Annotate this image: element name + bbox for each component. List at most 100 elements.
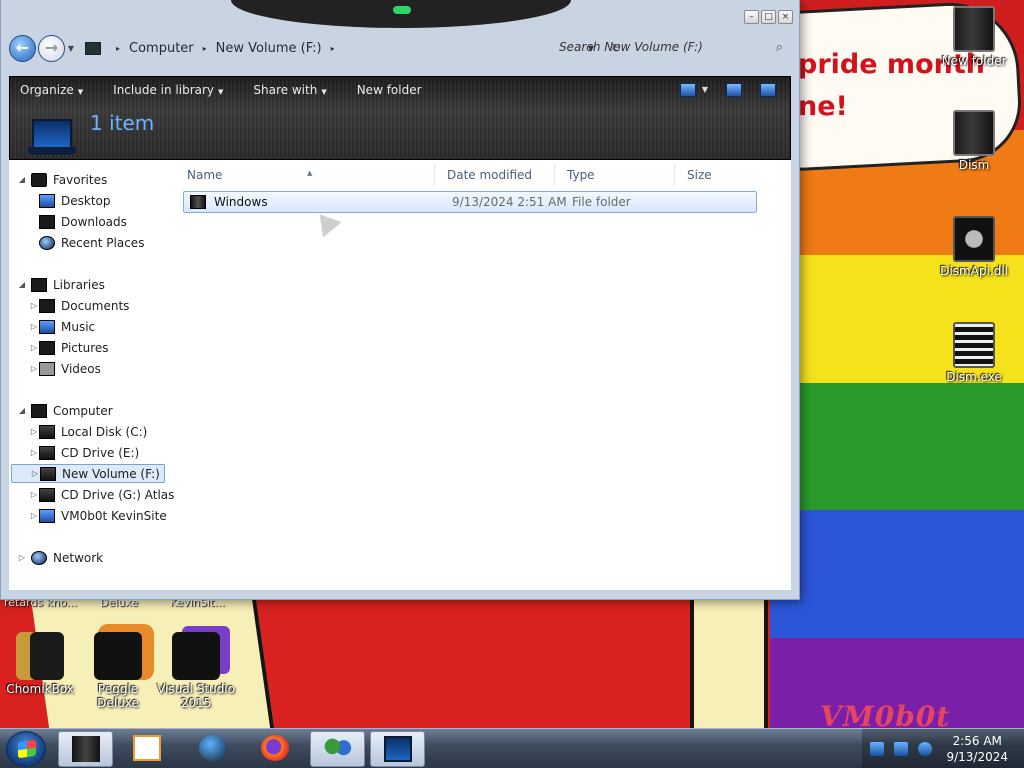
- taskbar-users-button[interactable]: [310, 731, 365, 767]
- column-label: Type: [567, 168, 595, 182]
- collapse-arrow-icon[interactable]: ▷: [29, 427, 39, 436]
- include-in-library-button[interactable]: Include in library ▼: [113, 83, 223, 97]
- nav-item-local-disk-c[interactable]: ▷ Local Disk (C:): [29, 422, 147, 441]
- taskbar-globe-button[interactable]: [186, 731, 241, 767]
- forward-button[interactable]: →: [38, 34, 65, 62]
- nav-item-downloads[interactable]: Downloads: [39, 212, 127, 231]
- close-button[interactable]: ×: [778, 10, 793, 24]
- nav-favorites[interactable]: ◢ Favorites: [17, 170, 107, 189]
- nav-item-new-volume-f[interactable]: ▷ New Volume (F:): [11, 464, 165, 483]
- nav-item-music[interactable]: ▷ Music: [29, 317, 95, 336]
- collapse-arrow-icon[interactable]: ▷: [29, 322, 39, 331]
- column-header-name[interactable]: ▲ Name: [175, 164, 435, 186]
- taskbar: 2:56 AM 9/13/2024: [0, 728, 1024, 768]
- recent-pages-dropdown[interactable]: ▼: [65, 44, 77, 53]
- search-icon[interactable]: ⌕: [776, 40, 783, 55]
- desktop-icon-label: Dism: [958, 158, 990, 172]
- expand-arrow-icon[interactable]: ◢: [17, 406, 27, 415]
- breadcrumb-separator[interactable]: ▸: [116, 44, 120, 53]
- navigation-pane[interactable]: ◢ Favorites Desktop Downloads Recent Pla…: [9, 160, 175, 590]
- taskbar-monitor-button[interactable]: [370, 731, 425, 767]
- breadcrumb[interactable]: ▸ Computer ▸ New Volume (F:) ▸: [77, 33, 597, 63]
- column-header-date-modified[interactable]: Date modified: [435, 164, 555, 186]
- taskbar-explorer-button[interactable]: [58, 731, 113, 767]
- minimize-button[interactable]: –: [744, 10, 759, 24]
- collapse-arrow-icon[interactable]: ▷: [17, 553, 27, 562]
- desktop-icon-label: Dism.exe: [946, 370, 1002, 384]
- column-header-type[interactable]: Type: [555, 164, 675, 186]
- help-icon[interactable]: [760, 83, 776, 97]
- command-bar: Organize ▼ Include in library ▼ Share with…: [9, 76, 791, 160]
- desktop-icon-chomikbox[interactable]: ChomikBox: [0, 632, 80, 696]
- explorer-window[interactable]: – □ × ← → ▼ ▸ Computer ▸ New Volume (F:)…: [0, 0, 800, 600]
- volume-icon[interactable]: [918, 742, 932, 756]
- back-button[interactable]: ←: [9, 34, 36, 62]
- search-input[interactable]: Search New Volume (F:) ⌕: [549, 34, 789, 60]
- breadcrumb-computer[interactable]: Computer: [129, 41, 194, 56]
- nav-item-documents[interactable]: ▷ Documents: [29, 296, 129, 315]
- file-name: Windows: [214, 195, 268, 209]
- nav-libraries[interactable]: ◢ Libraries: [17, 275, 105, 294]
- gear-icon: [953, 216, 995, 262]
- collapse-arrow-icon[interactable]: ▷: [29, 448, 39, 457]
- nav-item-desktop[interactable]: Desktop: [39, 191, 111, 210]
- breadcrumb-new-volume[interactable]: New Volume (F:): [216, 41, 322, 56]
- chevron-down-icon: ▼: [218, 88, 224, 96]
- music-icon: [39, 319, 55, 334]
- desktop-icon-visual-studio[interactable]: Visual Studio 2015: [156, 632, 236, 710]
- file-list[interactable]: ▲ Name Date modified Type Size Windows 9…: [175, 160, 791, 590]
- desktop-icon-new-folder[interactable]: New folder: [934, 6, 1014, 68]
- share-with-button[interactable]: Share with ▼: [253, 83, 326, 97]
- nav-computer[interactable]: ◢ Computer: [17, 401, 113, 420]
- documents-icon: [39, 298, 55, 313]
- nav-label: VM0b0t KevinSite: [61, 508, 167, 523]
- new-folder-button[interactable]: New folder: [357, 83, 422, 97]
- clock[interactable]: 2:56 AM 9/13/2024: [946, 733, 1008, 765]
- nav-item-videos[interactable]: ▷ Videos: [29, 359, 101, 378]
- toolbar: Organize ▼ Include in library ▼ Share with…: [20, 83, 422, 97]
- taskbar-firefox-button[interactable]: [248, 731, 303, 767]
- collapse-arrow-icon[interactable]: ▷: [29, 364, 39, 373]
- change-view-icon[interactable]: [679, 83, 696, 97]
- table-row[interactable]: Windows 9/13/2024 2:51 AM File folder: [183, 191, 757, 213]
- desktop-icon-dismapi-dll[interactable]: DismApi.dll: [934, 216, 1014, 278]
- breadcrumb-separator[interactable]: ▸: [203, 44, 207, 53]
- breadcrumb-separator[interactable]: ▸: [331, 44, 335, 53]
- nav-label: Favorites: [53, 172, 108, 187]
- desktop-icon-dism-exe[interactable]: Dism.exe: [934, 322, 1014, 384]
- nav-label: Downloads: [61, 214, 127, 229]
- collapse-arrow-icon[interactable]: ▷: [30, 469, 40, 478]
- peggle-icon: [94, 632, 142, 680]
- nav-label: CD Drive (G:) Atlas: [61, 487, 175, 502]
- nav-item-cd-drive-g[interactable]: ▷ CD Drive (G:) Atlas: [29, 485, 174, 504]
- nav-item-vm0b0t-kevinsite[interactable]: ▷ VM0b0t KevinSite: [29, 506, 167, 525]
- collapse-arrow-icon[interactable]: ▷: [29, 301, 39, 310]
- desktop-icon-peggle-deluxe[interactable]: Peggle Deluxe: [78, 632, 158, 710]
- collapse-arrow-icon[interactable]: ▷: [29, 490, 39, 499]
- nav-item-pictures[interactable]: ▷ Pictures: [29, 338, 109, 357]
- desktop-icon-dism[interactable]: Dism: [934, 110, 1014, 172]
- cd-drive-icon: [39, 445, 55, 460]
- tray-app-icon[interactable]: [870, 742, 884, 756]
- firefox-icon: [261, 735, 289, 761]
- drive-icon: [39, 424, 55, 439]
- chevron-down-icon[interactable]: ▼: [702, 83, 708, 97]
- collapse-arrow-icon[interactable]: ▷: [29, 343, 39, 352]
- network-status-icon[interactable]: [894, 742, 908, 756]
- taskbar-media-player-button[interactable]: [120, 731, 175, 767]
- visual-studio-icon: [172, 632, 220, 680]
- start-button[interactable]: [6, 731, 46, 767]
- collapse-arrow-icon[interactable]: ▷: [29, 511, 39, 520]
- maximize-button[interactable]: □: [761, 10, 776, 24]
- preview-pane-icon[interactable]: [726, 83, 742, 97]
- column-header-size[interactable]: Size: [675, 164, 775, 186]
- nav-item-cd-drive-e[interactable]: ▷ CD Drive (E:): [29, 443, 139, 462]
- expand-arrow-icon[interactable]: ◢: [17, 280, 27, 289]
- computer-icon: [31, 403, 47, 418]
- file-date-modified: 9/13/2024 2:51 AM: [452, 195, 567, 209]
- expand-arrow-icon[interactable]: ◢: [17, 175, 27, 184]
- nav-item-recent-places[interactable]: Recent Places: [39, 233, 144, 252]
- desktop-icon-label: ChomikBox: [6, 682, 74, 696]
- organize-button[interactable]: Organize ▼: [20, 83, 83, 97]
- nav-network[interactable]: ▷ Network: [17, 548, 103, 567]
